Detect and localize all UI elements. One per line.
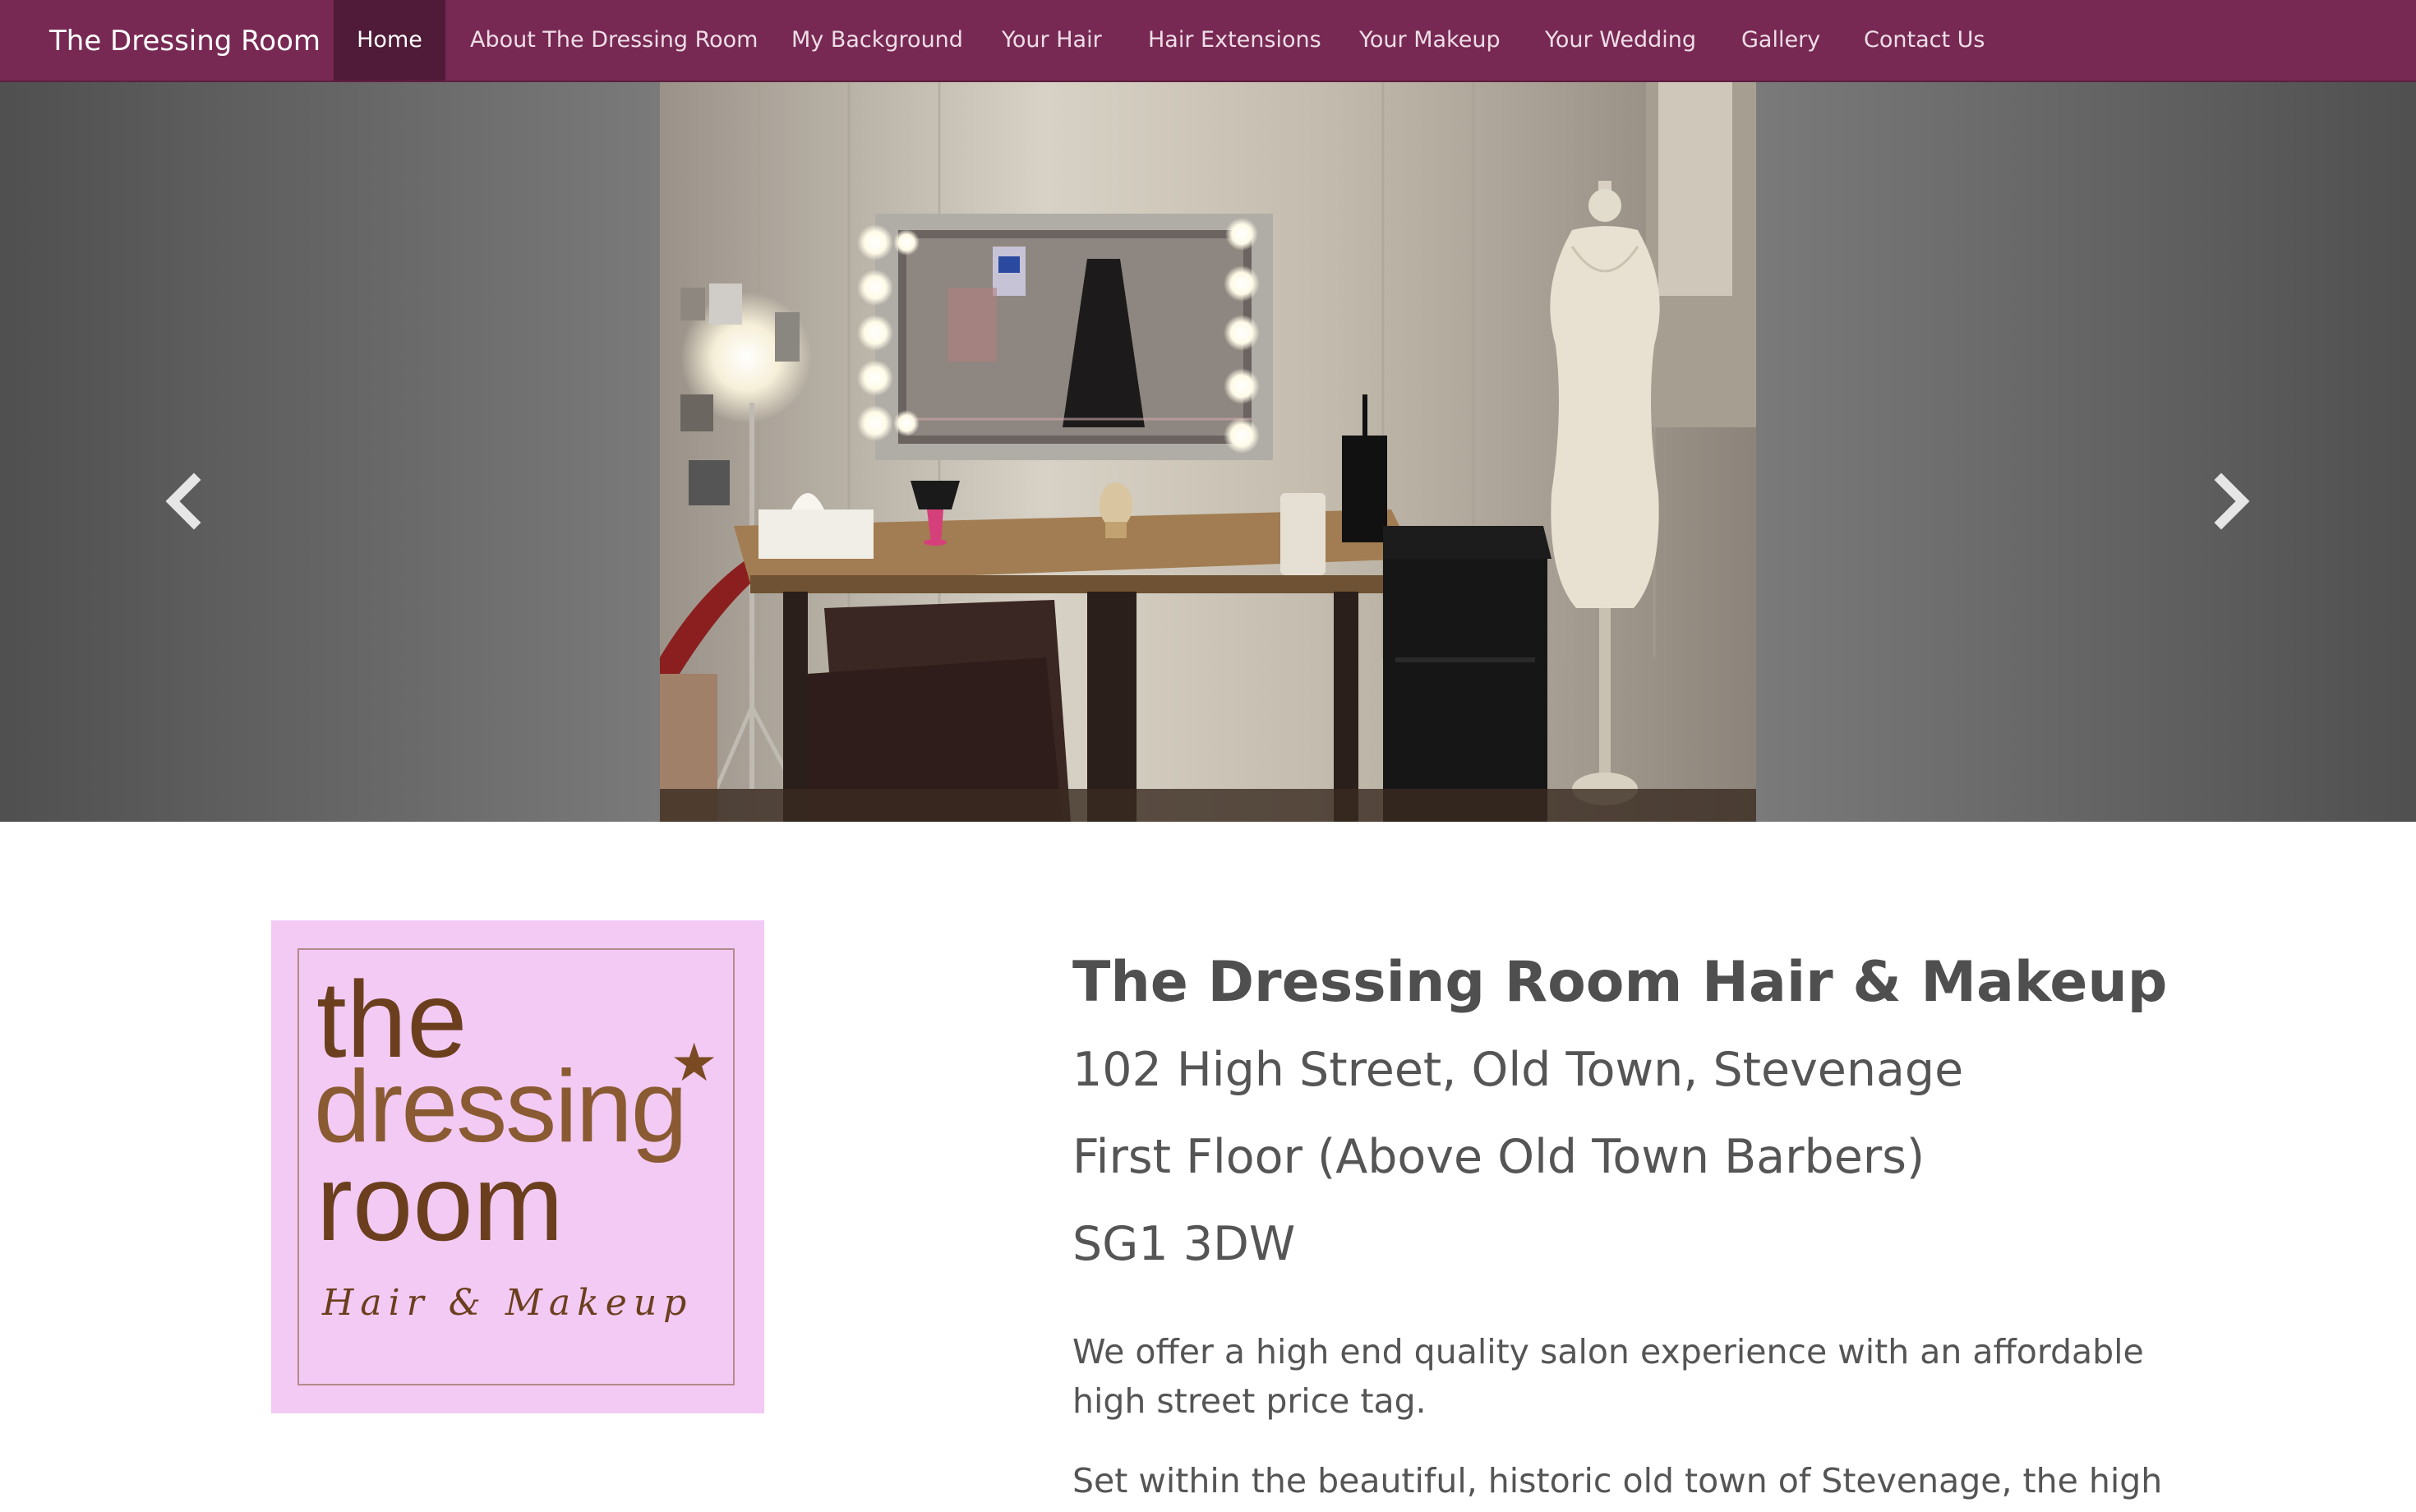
nav-item-home[interactable]: Home (334, 0, 445, 81)
top-navbar: The Dressing Room Home About The Dressin… (0, 0, 2416, 82)
intro-paragraph: We offer a high end quality salon experi… (1072, 1332, 2144, 1421)
nav-item-gallery[interactable]: Gallery (1741, 0, 1820, 81)
nav-item-about[interactable]: About The Dressing Room (470, 0, 758, 81)
postcode: SG1 3DW (1072, 1217, 1296, 1271)
address-line-1: 102 High Street, Old Town, Stevenage (1072, 1043, 1964, 1097)
logo-word-room: room (316, 1142, 564, 1263)
carousel-slide-image (660, 82, 1756, 822)
chevron-right-icon[interactable] (2197, 468, 2262, 534)
dressing-room-logo: the dressing room ★ Hair & Makeup (271, 920, 764, 1413)
nav-item-your-wedding[interactable]: Your Wedding (1545, 0, 1696, 81)
image-carousel (0, 82, 2416, 822)
address-line-2: First Floor (Above Old Town Barbers) (1072, 1130, 1925, 1184)
logo-tagline: Hair & Makeup (322, 1282, 694, 1324)
carousel-right-control-area[interactable] (1756, 82, 2416, 822)
nav-item-your-hair[interactable]: Your Hair (1002, 0, 1102, 81)
chevron-left-icon[interactable] (153, 468, 219, 534)
carousel-left-control-area[interactable] (0, 82, 660, 822)
nav-item-contact-us[interactable]: Contact Us (1864, 0, 1985, 81)
nav-item-your-makeup[interactable]: Your Makeup (1359, 0, 1501, 81)
description-paragraph: Set within the beautiful, historic old t… (1072, 1461, 2163, 1500)
brand-link[interactable]: The Dressing Room (49, 0, 320, 82)
nav-item-hair-extensions[interactable]: Hair Extensions (1148, 0, 1321, 81)
star-icon: ★ (671, 1033, 718, 1094)
nav-item-my-background[interactable]: My Background (791, 0, 963, 81)
page-title: The Dressing Room Hair & Makeup (1072, 950, 2168, 1015)
